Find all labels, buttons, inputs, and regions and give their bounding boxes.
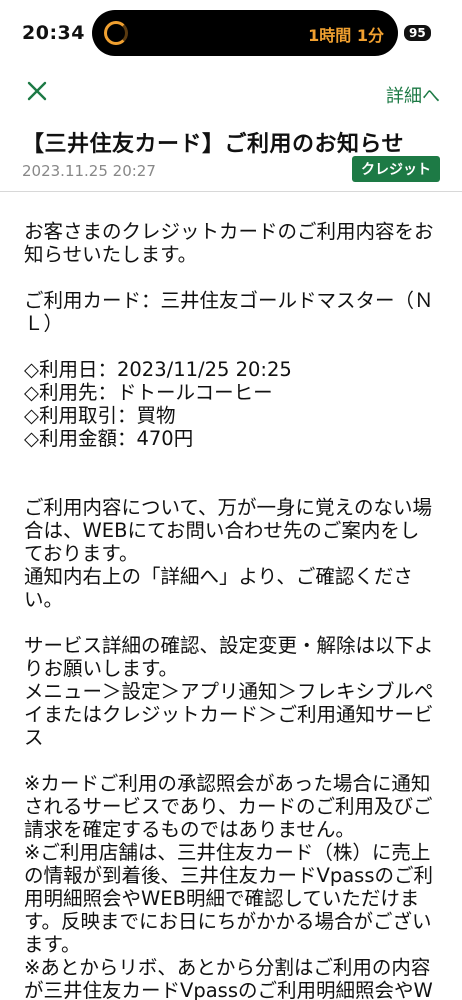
message-title: 【三井住友カード】ご利用のお知らせ: [22, 132, 405, 157]
message-header: 【三井住友カード】ご利用のお知らせ 2023.11.25 20:27 クレジット: [0, 120, 462, 192]
message-body: お客さまのクレジットカードのご利用内容をお知らせいたします。 ご利用カード：三井…: [24, 220, 434, 1000]
timer-icon: [104, 21, 128, 45]
timer-text: 1時間 1分: [308, 26, 384, 45]
close-icon[interactable]: [26, 80, 48, 102]
message-date: 2023.11.25 20:27: [22, 162, 156, 180]
status-time: 20:34: [22, 22, 85, 44]
nav-bar: 詳細へ: [0, 64, 462, 120]
battery-indicator: 95: [404, 25, 431, 41]
status-bar: 20:34 1時間 1分 95: [0, 0, 462, 64]
dynamic-island[interactable]: 1時間 1分: [92, 10, 398, 56]
detail-link[interactable]: 詳細へ: [386, 82, 440, 108]
category-badge: クレジット: [352, 156, 440, 182]
